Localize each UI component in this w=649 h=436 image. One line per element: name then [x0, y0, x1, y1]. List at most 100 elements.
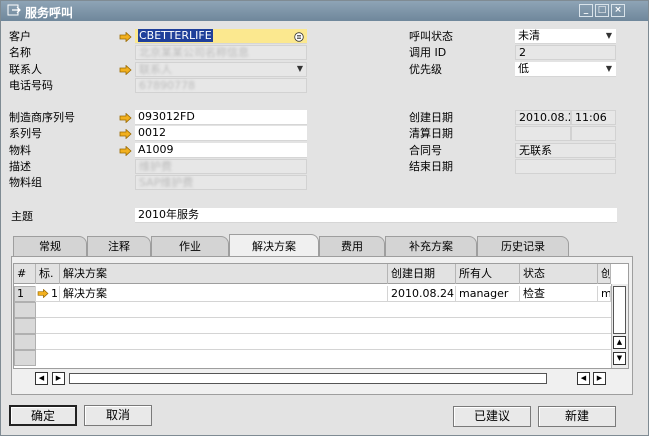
item-group-field: SAP维护费 — [135, 175, 307, 190]
row-status[interactable]: 检查 — [520, 286, 598, 302]
create-date-field: 2010.08.23 — [515, 110, 571, 125]
create-time-field: 11:06 — [571, 110, 616, 125]
description-label: 描述 — [9, 160, 31, 173]
window-title: 服务呼叫 — [25, 6, 74, 20]
tab-history[interactable]: 历史记录 — [477, 236, 569, 256]
contract-value: 无联系 — [519, 144, 552, 157]
resolution-date-field — [515, 126, 571, 141]
link-arrow-icon[interactable] — [37, 289, 49, 298]
subject-field[interactable]: 2010年服务 — [135, 208, 617, 223]
horizontal-scroll-thumb[interactable] — [69, 373, 547, 384]
title-bar: 服务呼叫 _ □ × — [1, 1, 648, 21]
row-index-cell: 1 — [36, 286, 60, 302]
description-field: 维护费 — [135, 159, 307, 174]
link-arrow-icon[interactable] — [119, 113, 132, 123]
priority-select[interactable]: 低 — [515, 62, 616, 77]
close-icon[interactable]: × — [611, 4, 625, 17]
row-header[interactable] — [14, 302, 36, 318]
link-arrow-icon[interactable] — [119, 65, 132, 75]
tab-activities[interactable]: 作业 — [151, 236, 229, 256]
row-solution[interactable]: 解决方案 — [60, 286, 388, 302]
col-header-solution[interactable]: 解决方案 — [60, 264, 388, 284]
create-date-label: 创建日期 — [409, 111, 453, 124]
col-header-index[interactable]: 标. — [36, 264, 60, 284]
call-id-label: 调用 ID — [409, 46, 447, 59]
link-arrow-icon[interactable] — [119, 146, 132, 156]
phone-value: 67890778 — [139, 79, 195, 92]
subject-value: 2010年服务 — [138, 208, 199, 221]
call-id-field: 2 — [515, 45, 616, 60]
chevron-down-icon[interactable]: ▼ — [604, 29, 614, 43]
row-create-date[interactable]: 2010.08.24 — [388, 286, 456, 302]
scroll-left-icon[interactable]: ◀ — [577, 372, 590, 385]
serial-field[interactable]: 0012 — [135, 126, 307, 141]
choose-list-icon[interactable] — [294, 32, 304, 42]
grid-header: # 标. 解决方案 创建日期 所有人 状态 创 — [14, 264, 611, 284]
row-header[interactable] — [14, 318, 36, 334]
row-num: 1 — [14, 286, 36, 302]
table-row[interactable] — [14, 334, 611, 350]
table-row[interactable] — [14, 302, 611, 318]
scroll-right-icon[interactable]: ▶ — [52, 372, 65, 385]
tab-bar: 常规 注释 作业 解决方案 费用 补充方案 历史记录 — [13, 234, 633, 258]
serial-value: 0012 — [138, 126, 166, 139]
scroll-up-icon[interactable]: ▲ — [613, 336, 626, 349]
serial-label: 系列号 — [9, 127, 42, 140]
link-arrow-icon[interactable] — [119, 32, 132, 42]
row-header[interactable] — [14, 350, 36, 366]
new-button[interactable]: 新建 — [538, 406, 616, 427]
create-time-value: 11:06 — [575, 111, 607, 124]
call-status-select[interactable]: 未清 — [515, 29, 616, 44]
contact-dropdown-icon[interactable]: ▼ — [295, 62, 305, 76]
row-header[interactable] — [14, 334, 36, 350]
row-owner[interactable]: manager — [456, 286, 520, 302]
scroll-down-icon[interactable]: ▼ — [613, 352, 626, 365]
service-call-window: 服务呼叫 _ □ × 客户 CBETTERLIFE 名称 北京某某公司名称信息 … — [0, 0, 649, 436]
table-row[interactable] — [14, 350, 611, 366]
col-header-num[interactable]: # — [14, 264, 36, 284]
minimize-icon[interactable]: _ — [579, 4, 593, 17]
mfr-serial-field[interactable]: 093012FD — [135, 110, 307, 125]
table-row[interactable]: 1 1 解决方案 2010.08.24 manager 检查 ma — [14, 286, 611, 302]
scroll-right-icon[interactable]: ▶ — [593, 372, 606, 385]
contact-value: 联系人 — [139, 63, 172, 76]
horizontal-scrollbar[interactable]: ◀ ▶ ◀ ▶ — [35, 372, 609, 386]
description-value: 维护费 — [139, 160, 172, 173]
resolution-date-label: 清算日期 — [409, 127, 453, 140]
chevron-down-icon[interactable]: ▼ — [604, 62, 614, 76]
customer-field[interactable]: CBETTERLIFE — [135, 29, 307, 44]
col-header-extra[interactable]: 创 — [598, 264, 611, 284]
vertical-scroll-thumb[interactable] — [613, 286, 626, 334]
tab-solutions[interactable]: 解决方案 — [229, 234, 319, 257]
row-extra[interactable]: ma — [598, 286, 611, 302]
resolution-time-field — [571, 126, 616, 141]
scroll-left-icon[interactable]: ◀ — [35, 372, 48, 385]
customer-value: CBETTERLIFE — [138, 29, 213, 42]
name-value: 北京某某公司名称信息 — [139, 46, 249, 59]
item-field[interactable]: A1009 — [135, 143, 307, 158]
col-header-create-date[interactable]: 创建日期 — [388, 264, 456, 284]
create-date-value: 2010.08.23 — [519, 111, 570, 124]
phone-label: 电话号码 — [9, 79, 53, 92]
link-arrow-icon[interactable] — [119, 129, 132, 139]
tab-supplementary[interactable]: 补充方案 — [385, 236, 477, 256]
tab-remarks[interactable]: 注释 — [87, 236, 151, 256]
solutions-grid: # 标. 解决方案 创建日期 所有人 状态 创 1 1 解决方案 2010.08… — [13, 263, 629, 369]
vertical-scrollbar[interactable]: ▲ ▼ — [611, 284, 628, 368]
suggest-button[interactable]: 已建议 — [453, 406, 531, 427]
subject-label: 主题 — [11, 210, 33, 223]
end-date-field — [515, 159, 616, 174]
name-field: 北京某某公司名称信息 — [135, 45, 307, 60]
table-row[interactable] — [14, 318, 611, 334]
item-group-value: SAP维护费 — [139, 176, 194, 189]
row-index: 1 — [51, 287, 58, 300]
col-header-owner[interactable]: 所有人 — [456, 264, 520, 284]
tab-general[interactable]: 常规 — [13, 236, 87, 256]
contact-field[interactable]: 联系人 — [135, 62, 307, 77]
col-header-status[interactable]: 状态 — [520, 264, 598, 284]
tab-expenses[interactable]: 费用 — [319, 236, 385, 256]
maximize-icon[interactable]: □ — [595, 4, 609, 17]
ok-button[interactable]: 确定 — [9, 405, 77, 426]
cancel-button[interactable]: 取消 — [84, 405, 152, 426]
customer-label: 客户 — [9, 30, 31, 43]
